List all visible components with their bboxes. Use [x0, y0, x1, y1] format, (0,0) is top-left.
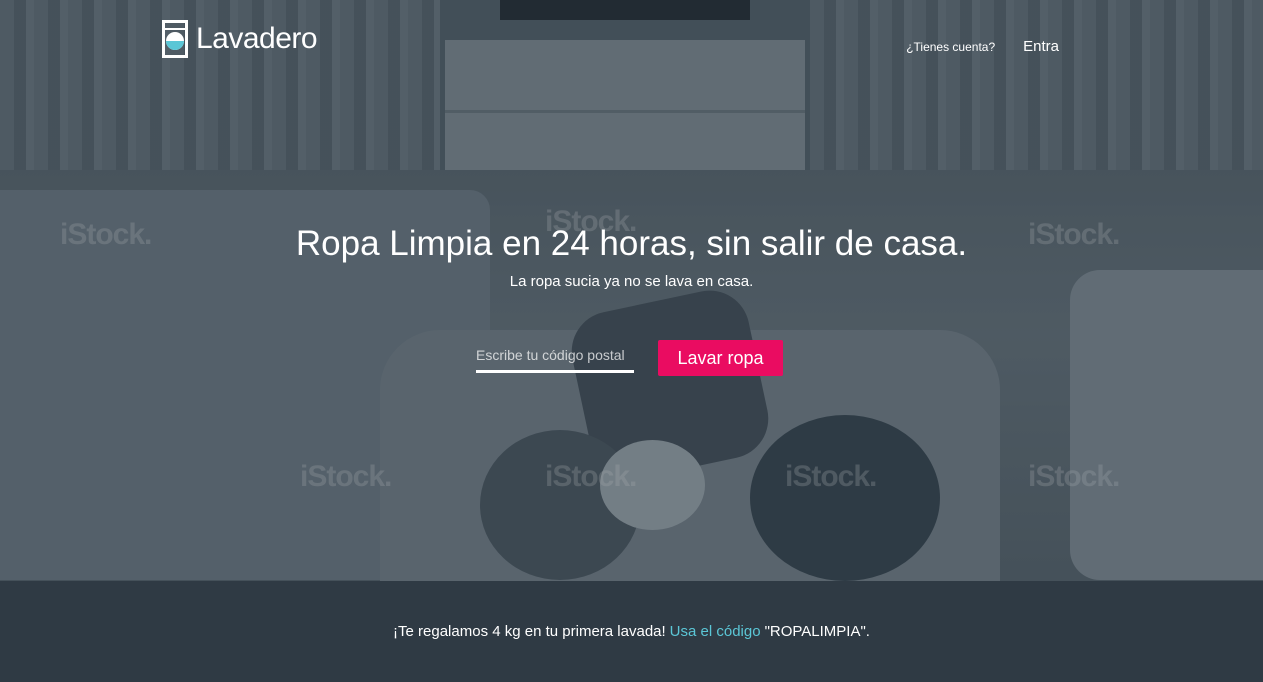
hero-overlay — [0, 0, 1263, 581]
login-link[interactable]: Entra — [1023, 38, 1059, 55]
hero-headline: Ropa Limpia en 24 horas, sin salir de ca… — [295, 224, 968, 263]
zip-code-input[interactable] — [476, 340, 634, 373]
zip-form: Lavar ropa — [476, 340, 783, 376]
promo-code-link[interactable]: Usa el código — [670, 623, 761, 640]
account-prompt: ¿Tienes cuenta? — [906, 39, 996, 54]
hero-subheadline: La ropa sucia ya no se lava en casa. — [509, 273, 754, 290]
promo-code: "ROPALIMPIA". — [764, 623, 870, 640]
wash-clothes-button[interactable]: Lavar ropa — [658, 340, 783, 376]
promo-text: ¡Te regalamos 4 kg en tu primera lavada! — [393, 623, 666, 640]
top-nav: ¿Tienes cuenta? Entra — [906, 38, 1059, 55]
brand-logo[interactable]: Lavadero — [162, 20, 318, 58]
brand-name: Lavadero — [196, 22, 318, 55]
hero-section: iStock. iStock. iStock. iStock. iStock. … — [0, 0, 1263, 581]
washing-machine-icon — [162, 20, 188, 58]
promo-banner: ¡Te regalamos 4 kg en tu primera lavada!… — [0, 581, 1263, 682]
